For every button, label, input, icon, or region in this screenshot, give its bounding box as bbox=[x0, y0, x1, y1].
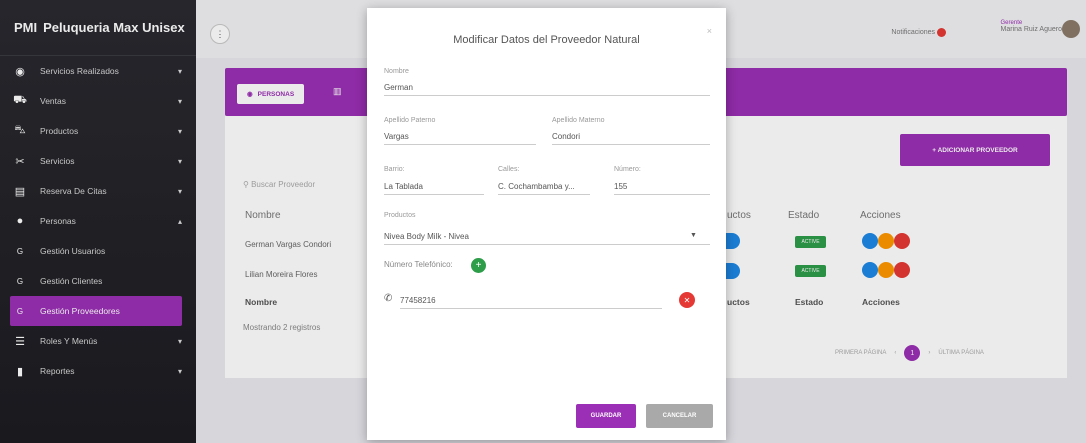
cancel-button[interactable]: CANCELAR bbox=[646, 404, 713, 428]
close-icon[interactable]: × bbox=[707, 26, 712, 36]
phone-icon: ✆ bbox=[384, 293, 393, 304]
numero-field[interactable]: 155 bbox=[614, 182, 710, 195]
barrio-field[interactable]: La Tablada bbox=[384, 182, 484, 195]
nombre-field[interactable]: German bbox=[384, 83, 710, 96]
chevron-down-icon[interactable]: ▼ bbox=[690, 232, 697, 239]
edit-provider-modal: Modificar Datos del Proveedor Natural × bbox=[367, 8, 726, 440]
calles-field[interactable]: C. Cochambamba y... bbox=[498, 182, 590, 195]
save-button[interactable]: GUARDAR bbox=[576, 404, 636, 428]
barrio-label: Barrio: bbox=[384, 166, 405, 173]
calles-label: Calles: bbox=[498, 166, 520, 173]
apellido-paterno-label: Apellido Paterno bbox=[384, 117, 436, 124]
telefono-label: Número Telefónico: bbox=[384, 260, 453, 269]
remove-phone-button[interactable]: ✕ bbox=[679, 292, 695, 308]
apellido-materno-label: Apellido Materno bbox=[552, 117, 605, 124]
productos-select[interactable]: Nivea Body Milk - Nivea bbox=[384, 232, 710, 245]
apellido-materno-field[interactable]: Condori bbox=[552, 132, 710, 145]
add-phone-button[interactable]: + bbox=[471, 258, 486, 273]
numero-label: Número: bbox=[614, 166, 641, 173]
telefono-field[interactable]: 77458216 bbox=[400, 296, 662, 309]
apellido-paterno-field[interactable]: Vargas bbox=[384, 132, 536, 145]
nombre-label: Nombre bbox=[384, 68, 409, 75]
productos-label: Productos bbox=[384, 212, 416, 219]
modal-title: Modificar Datos del Proveedor Natural bbox=[453, 34, 640, 46]
